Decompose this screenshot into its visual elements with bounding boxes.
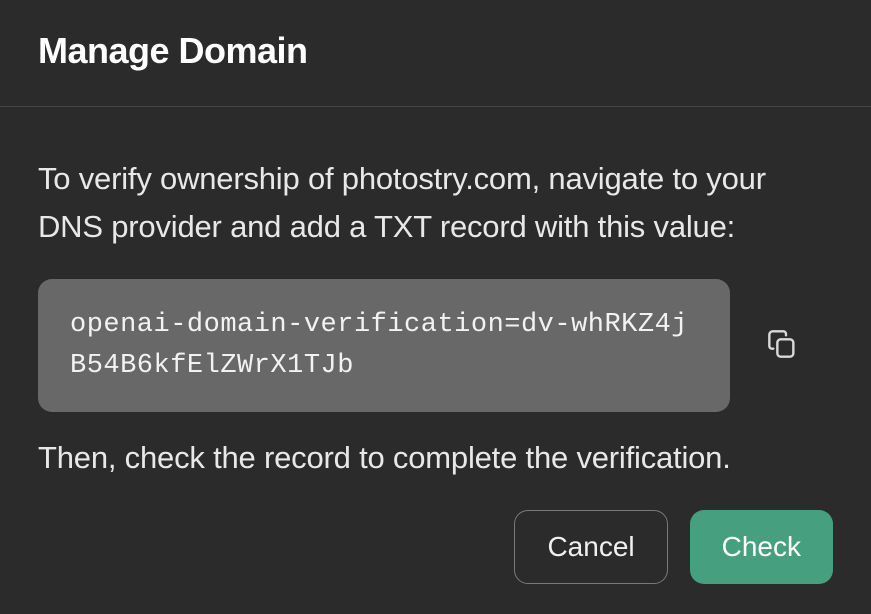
dialog-header: Manage Domain xyxy=(0,0,871,107)
followup-text: Then, check the record to complete the v… xyxy=(38,440,833,476)
dialog-content: To verify ownership of photostry.com, na… xyxy=(0,107,871,614)
instruction-text: To verify ownership of photostry.com, na… xyxy=(38,155,833,251)
txt-record-row: openai-domain-verification=dv-whRKZ4jB54… xyxy=(38,279,833,412)
dialog-title: Manage Domain xyxy=(38,30,833,72)
check-button[interactable]: Check xyxy=(690,510,833,584)
copy-button[interactable] xyxy=(760,322,804,369)
cancel-button[interactable]: Cancel xyxy=(514,510,667,584)
copy-icon xyxy=(766,328,798,363)
dialog-actions: Cancel Check xyxy=(38,510,833,584)
txt-record-value: openai-domain-verification=dv-whRKZ4jB54… xyxy=(70,305,698,386)
txt-record-box: openai-domain-verification=dv-whRKZ4jB54… xyxy=(38,279,730,412)
